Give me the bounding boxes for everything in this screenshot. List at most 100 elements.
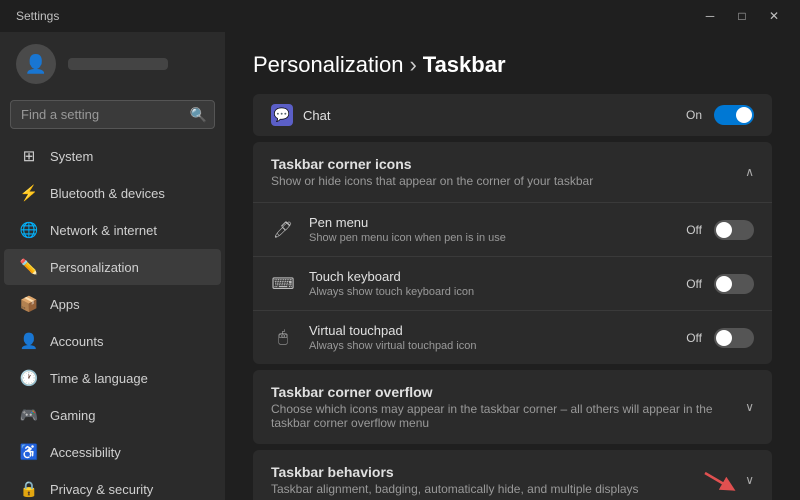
virtual-touchpad-item: 🖱 Virtual touchpad Always show virtual t…: [253, 310, 772, 364]
titlebar-controls: ─ □ ✕: [696, 6, 788, 26]
pen-menu-name: Pen menu: [309, 215, 672, 230]
section-header-left: Taskbar corner icons Show or hide icons …: [271, 156, 593, 188]
chat-toggle[interactable]: [714, 105, 754, 125]
app-title: Settings: [16, 9, 59, 23]
taskbar-corner-overflow-section: Taskbar corner overflow Choose which ico…: [253, 370, 772, 444]
titlebar-left: Settings: [16, 9, 59, 23]
virtual-touchpad-name: Virtual touchpad: [309, 323, 672, 338]
behaviors-header-left: Taskbar behaviors Taskbar alignment, bad…: [271, 464, 639, 496]
gaming-label: Gaming: [50, 408, 96, 423]
touch-keyboard-toggle-knob: [716, 276, 732, 292]
network-label: Network & internet: [50, 223, 157, 238]
page-title: Personalization › Taskbar: [253, 52, 772, 78]
virtual-touchpad-text: Virtual touchpad Always show virtual tou…: [309, 323, 672, 352]
pen-menu-desc: Show pen menu icon when pen is in use: [309, 232, 672, 244]
system-icon: ⊞: [20, 147, 38, 165]
sidebar: 👤 🔍 ⊞ System ⚡ Bluetooth & devices 🌐 Net…: [0, 32, 225, 500]
touch-keyboard-text: Touch keyboard Always show touch keyboar…: [309, 269, 672, 298]
pen-menu-icon: 🖊: [271, 218, 295, 242]
pen-menu-toggle-knob: [716, 222, 732, 238]
sidebar-item-bluetooth[interactable]: ⚡ Bluetooth & devices: [4, 175, 221, 211]
time-label: Time & language: [50, 371, 148, 386]
overflow-header-left: Taskbar corner overflow Choose which ico…: [271, 384, 745, 430]
pen-menu-toggle[interactable]: [714, 220, 754, 240]
gaming-icon: 🎮: [20, 406, 38, 424]
sidebar-item-accessibility[interactable]: ♿ Accessibility: [4, 434, 221, 470]
page-title-current: Taskbar: [423, 52, 506, 78]
sidebar-item-privacy[interactable]: 🔒 Privacy & security: [4, 471, 221, 500]
touch-keyboard-icon: ⌨: [271, 272, 295, 296]
time-icon: 🕐: [20, 369, 38, 387]
touch-keyboard-name: Touch keyboard: [309, 269, 672, 284]
taskbar-corner-overflow-title: Taskbar corner overflow: [271, 384, 745, 400]
touch-keyboard-desc: Always show touch keyboard icon: [309, 286, 672, 298]
search-input[interactable]: [10, 100, 215, 129]
taskbar-corner-icons-chevron: ∧: [745, 165, 754, 179]
content-area: Personalization › Taskbar 💬 Chat On Task…: [225, 32, 800, 500]
breadcrumb-separator: ›: [409, 52, 416, 78]
taskbar-behaviors-section: Taskbar behaviors Taskbar alignment, bad…: [253, 450, 772, 500]
pen-menu-item: 🖊 Pen menu Show pen menu icon when pen i…: [253, 202, 772, 256]
chat-toggle-knob: [736, 107, 752, 123]
avatar: 👤: [16, 44, 56, 84]
sidebar-item-system[interactable]: ⊞ System: [4, 138, 221, 174]
apps-label: Apps: [50, 297, 80, 312]
taskbar-corner-overflow-chevron: ∨: [745, 400, 754, 414]
pen-menu-text: Pen menu Show pen menu icon when pen is …: [309, 215, 672, 244]
touch-keyboard-item: ⌨ Touch keyboard Always show touch keybo…: [253, 256, 772, 310]
accounts-icon: 👤: [20, 332, 38, 350]
taskbar-behaviors-title: Taskbar behaviors: [271, 464, 639, 480]
chat-row: 💬 Chat On: [253, 94, 772, 136]
sidebar-item-gaming[interactable]: 🎮 Gaming: [4, 397, 221, 433]
sidebar-header: 👤: [0, 32, 225, 92]
accessibility-label: Accessibility: [50, 445, 121, 460]
taskbar-corner-overflow-header[interactable]: Taskbar corner overflow Choose which ico…: [253, 370, 772, 444]
bluetooth-label: Bluetooth & devices: [50, 186, 165, 201]
chat-icon: 💬: [271, 104, 293, 126]
virtual-touchpad-icon: 🖱: [271, 326, 295, 350]
sidebar-item-personalization[interactable]: ✏️ Personalization: [4, 249, 221, 285]
virtual-touchpad-desc: Always show virtual touchpad icon: [309, 340, 672, 352]
chat-toggle-label: On: [686, 108, 702, 122]
breadcrumb-parent: Personalization: [253, 52, 403, 78]
personalization-icon: ✏️: [20, 258, 38, 276]
maximize-button[interactable]: □: [728, 6, 756, 26]
red-arrow-icon: [701, 467, 737, 493]
privacy-icon: 🔒: [20, 480, 38, 498]
sidebar-item-apps[interactable]: 📦 Apps: [4, 286, 221, 322]
search-icon: 🔍: [190, 106, 207, 123]
nav-list: ⊞ System ⚡ Bluetooth & devices 🌐 Network…: [0, 137, 225, 500]
touch-keyboard-toggle[interactable]: [714, 274, 754, 294]
chat-label: Chat: [303, 108, 330, 123]
accounts-label: Accounts: [50, 334, 103, 349]
sidebar-item-accounts[interactable]: 👤 Accounts: [4, 323, 221, 359]
close-button[interactable]: ✕: [760, 6, 788, 26]
app-body: 👤 🔍 ⊞ System ⚡ Bluetooth & devices 🌐 Net…: [0, 32, 800, 500]
taskbar-corner-icons-title: Taskbar corner icons: [271, 156, 593, 172]
apps-icon: 📦: [20, 295, 38, 313]
chat-left: 💬 Chat: [271, 104, 330, 126]
taskbar-corner-icons-header[interactable]: Taskbar corner icons Show or hide icons …: [253, 142, 772, 202]
minimize-button[interactable]: ─: [696, 6, 724, 26]
search-box: 🔍: [10, 100, 215, 129]
sidebar-item-time[interactable]: 🕐 Time & language: [4, 360, 221, 396]
taskbar-behaviors-chevron: ∨: [745, 473, 754, 487]
personalization-label: Personalization: [50, 260, 139, 275]
avatar-name-bar: [68, 58, 168, 70]
taskbar-behaviors-header[interactable]: Taskbar behaviors Taskbar alignment, bad…: [253, 450, 772, 500]
touch-keyboard-toggle-label: Off: [686, 277, 702, 291]
system-label: System: [50, 149, 93, 164]
pen-menu-toggle-label: Off: [686, 223, 702, 237]
virtual-touchpad-toggle[interactable]: [714, 328, 754, 348]
virtual-touchpad-toggle-label: Off: [686, 331, 702, 345]
taskbar-corner-icons-desc: Show or hide icons that appear on the co…: [271, 174, 593, 188]
pen-menu-toggle-wrapper: Off: [686, 220, 754, 240]
sidebar-item-network[interactable]: 🌐 Network & internet: [4, 212, 221, 248]
taskbar-corner-overflow-desc: Choose which icons may appear in the tas…: [271, 402, 745, 430]
bluetooth-icon: ⚡: [20, 184, 38, 202]
virtual-touchpad-toggle-knob: [716, 330, 732, 346]
accessibility-icon: ♿: [20, 443, 38, 461]
taskbar-corner-icons-section: Taskbar corner icons Show or hide icons …: [253, 142, 772, 364]
titlebar: Settings ─ □ ✕: [0, 0, 800, 32]
behaviors-right: ∨: [701, 467, 754, 493]
